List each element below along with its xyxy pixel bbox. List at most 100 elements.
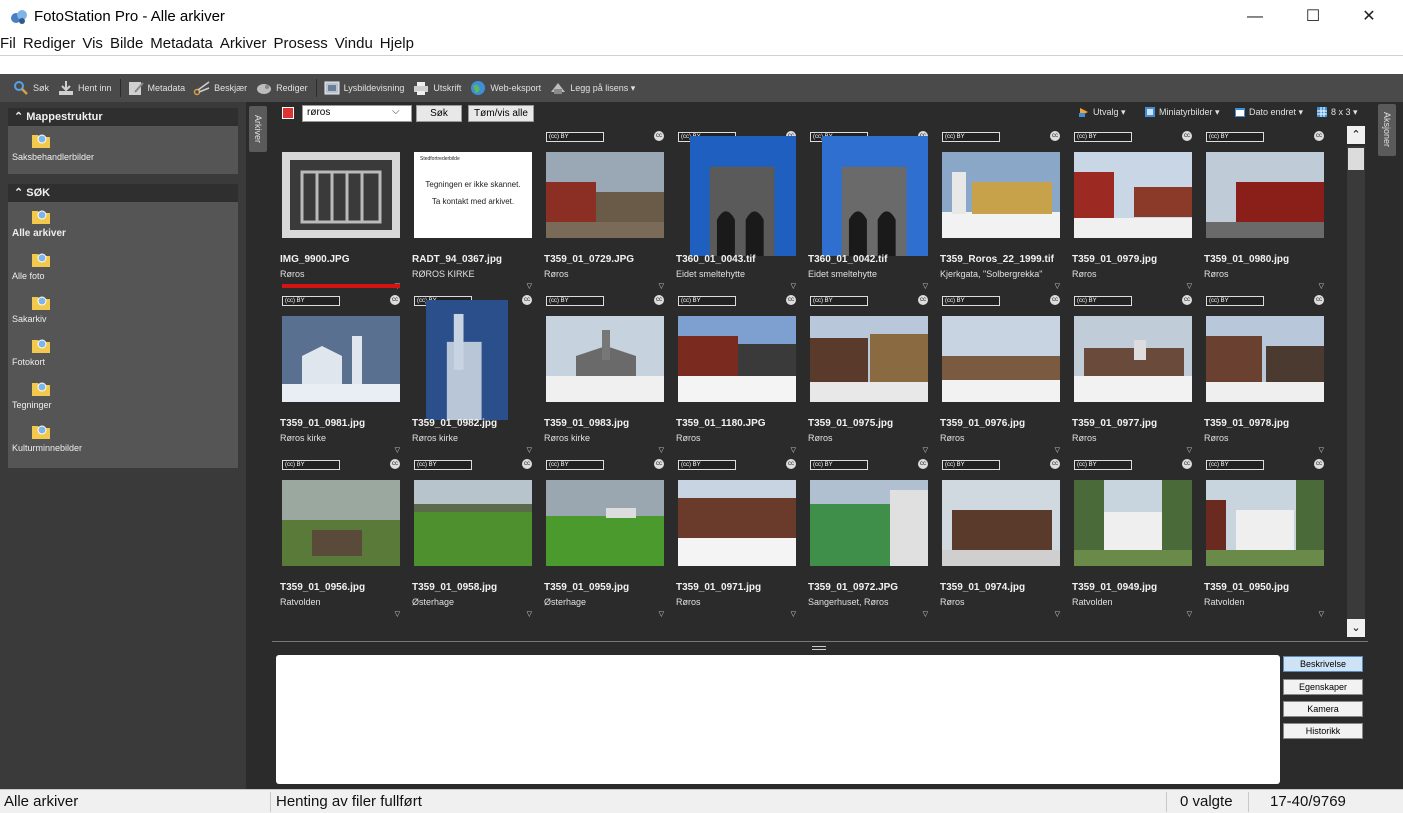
thumbnail-menu-icon[interactable]: ▽ xyxy=(527,282,532,290)
menu-fil[interactable]: Fil xyxy=(0,34,19,52)
tab-kamera[interactable]: Kamera xyxy=(1283,701,1363,717)
grid-size-dropdown[interactable]: 8 x 3 ▾ xyxy=(1316,106,1358,118)
thumbnail-menu-icon[interactable]: ▽ xyxy=(1055,610,1060,618)
photo-thumbnail[interactable] xyxy=(1074,316,1192,402)
thumbnail-menu-icon[interactable]: ▽ xyxy=(659,610,664,618)
photo-thumbnail[interactable] xyxy=(282,480,400,566)
thumbnail-menu-icon[interactable]: ▽ xyxy=(1319,446,1324,454)
thumbnail-menu-icon[interactable]: ▽ xyxy=(1055,446,1060,454)
description-textarea[interactable] xyxy=(276,655,1280,784)
photo-thumbnail[interactable] xyxy=(942,480,1060,566)
thumbnail-cell[interactable]: (cc) BY cc T359_01_1180.JPG Røros ▽ xyxy=(668,292,800,456)
selection-dropdown[interactable]: Utvalg ▾ xyxy=(1078,106,1126,118)
maximize-button[interactable]: ☐ xyxy=(1290,0,1336,34)
thumbnail-cell[interactable]: (cc) BY cc T359_01_0971.jpg Røros ▽ xyxy=(668,456,800,620)
menu-rediger[interactable]: Rediger xyxy=(19,34,79,52)
close-button[interactable]: ✕ xyxy=(1346,0,1392,34)
toolbar-metadata-button[interactable]: Metadata xyxy=(127,80,185,96)
photo-thumbnail[interactable] xyxy=(1206,480,1324,566)
pane-splitter[interactable] xyxy=(272,641,1368,653)
thumbnail-menu-icon[interactable]: ▽ xyxy=(659,282,664,290)
thumbnail-cell[interactable]: (cc) BY cc T359_01_0979.jpg Røros ▽ xyxy=(1064,128,1196,292)
toolbar-edit-button[interactable]: Rediger xyxy=(255,80,308,96)
thumbnail-cell[interactable]: (cc) BY cc T359_01_0976.jpg Røros ▽ xyxy=(932,292,1064,456)
photo-thumbnail[interactable] xyxy=(546,480,664,566)
photo-thumbnail[interactable] xyxy=(546,152,664,238)
thumbnail-menu-icon[interactable]: ▽ xyxy=(923,282,928,290)
thumbnail-menu-icon[interactable]: ▽ xyxy=(1319,282,1324,290)
toolbar-webexport-button[interactable]: Web-eksport xyxy=(469,80,541,96)
photo-thumbnail[interactable] xyxy=(426,300,508,420)
sidebar-item-alle-foto[interactable]: Alle foto xyxy=(8,245,238,288)
sidebar-item-alle-arkiver[interactable]: Alle arkiver xyxy=(8,202,238,245)
menu-vis[interactable]: Vis xyxy=(78,34,106,52)
splitter-grip[interactable] xyxy=(812,646,826,650)
placeholder-thumbnail[interactable]: Stedfortrederbilde Tegningen er ikke skan… xyxy=(414,152,532,238)
sidebar-item-fotokort[interactable]: Fotokort xyxy=(8,331,238,374)
toolbar-license-button[interactable]: Legg på lisens ▾ xyxy=(549,80,635,96)
chevron-down-icon[interactable]: ⌵ xyxy=(392,106,400,117)
thumbnail-cell[interactable]: Stedfortrederbilde Tegningen er ikke skan… xyxy=(404,128,536,292)
thumbnail-menu-icon[interactable]: ▽ xyxy=(527,446,532,454)
thumbnail-menu-icon[interactable]: ▽ xyxy=(395,610,400,618)
scroll-thumb[interactable] xyxy=(1348,148,1364,170)
photo-thumbnail[interactable] xyxy=(822,136,928,256)
grid-scrollbar[interactable]: ⌃ ⌄ xyxy=(1346,124,1368,641)
thumbnail-menu-icon[interactable]: ▽ xyxy=(1187,282,1192,290)
thumbnail-cell[interactable]: (cc) BY cc T359_01_0977.jpg Røros ▽ xyxy=(1064,292,1196,456)
thumbnail-cell[interactable]: (cc) BY cc T359_01_0975.jpg Røros ▽ xyxy=(800,292,932,456)
thumbnail-cell[interactable]: (cc) BY cc T359_01_0950.jpg Ratvolden ▽ xyxy=(1196,456,1328,620)
folder-structure-header[interactable]: ⌃ Mappestruktur xyxy=(8,108,238,126)
menu-metadata[interactable]: Metadata xyxy=(146,34,216,52)
thumbnail-menu-icon[interactable]: ▽ xyxy=(1319,610,1324,618)
tab-egenskaper[interactable]: Egenskaper xyxy=(1283,679,1363,695)
archive-flag-icon[interactable] xyxy=(282,107,294,119)
thumbnail-menu-icon[interactable]: ▽ xyxy=(923,610,928,618)
thumbnail-menu-icon[interactable]: ▽ xyxy=(791,446,796,454)
clear-search-button[interactable]: Tøm/vis alle xyxy=(468,105,534,122)
thumbnail-cell[interactable]: (cc) BYccT360_01_0042.tifEidet smeltehyt… xyxy=(800,128,932,292)
scroll-track[interactable] xyxy=(1347,146,1365,622)
thumbnail-menu-icon[interactable]: ▽ xyxy=(395,446,400,454)
photo-thumbnail[interactable] xyxy=(1206,152,1324,238)
thumbnail-menu-icon[interactable]: ▽ xyxy=(923,446,928,454)
toolbar-slideshow-button[interactable]: Lysbildevisning xyxy=(323,80,404,96)
thumbnail-menu-icon[interactable]: ▽ xyxy=(1187,610,1192,618)
sidebar-item-sakarkiv[interactable]: Sakarkiv xyxy=(8,288,238,331)
thumbnail-cell[interactable]: (cc) BY cc T359_01_0980.jpg Røros ▽ xyxy=(1196,128,1328,292)
menu-arkiver[interactable]: Arkiver xyxy=(216,34,270,52)
thumbnail-cell[interactable]: (cc) BY cc T359_01_0729.JPG Røros ▽ xyxy=(536,128,668,292)
thumbnail-cell[interactable]: (cc) BYccT360_01_0043.tifEidet smeltehyt… xyxy=(668,128,800,292)
sort-dropdown[interactable]: Dato endret ▾ xyxy=(1234,106,1303,118)
search-panel-header[interactable]: ⌃ SØK xyxy=(8,184,238,202)
thumbnail-cell[interactable]: (cc) BY cc T359_01_0974.jpg Røros ▽ xyxy=(932,456,1064,620)
menu-prosess[interactable]: Prosess xyxy=(270,34,331,52)
photo-thumbnail[interactable] xyxy=(810,316,928,402)
thumbnail-cell[interactable]: (cc) BY cc T359_Roros_22_1999.tif Kjerkgata… xyxy=(932,128,1064,292)
scroll-down-button[interactable]: ⌄ xyxy=(1347,619,1365,637)
photo-thumbnail[interactable] xyxy=(942,152,1060,238)
toolbar-search-button[interactable]: Søk xyxy=(12,80,49,96)
photo-thumbnail[interactable] xyxy=(282,152,400,238)
thumbnail-menu-icon[interactable]: ▽ xyxy=(659,446,664,454)
menu-vindu[interactable]: Vindu xyxy=(331,34,376,52)
thumbnail-cell[interactable]: IMG_9900.JPGRøros▽ xyxy=(272,128,404,292)
thumbnail-cell[interactable]: (cc) BY cc T359_01_0981.jpg Røros kirke ▽ xyxy=(272,292,404,456)
thumbnail-cell[interactable]: (cc) BYccT359_01_0982.jpgRøros kirke▽ xyxy=(404,292,536,456)
minimize-button[interactable]: — xyxy=(1232,0,1278,34)
photo-thumbnail[interactable] xyxy=(414,480,532,566)
photo-thumbnail[interactable] xyxy=(678,480,796,566)
thumbnail-menu-icon[interactable]: ▽ xyxy=(791,282,796,290)
photo-thumbnail[interactable] xyxy=(678,316,796,402)
thumbnail-cell[interactable]: (cc) BY cc T359_01_0972.JPG Sangerhuset, Rø… xyxy=(800,456,932,620)
thumbnail-cell[interactable]: (cc) BY cc T359_01_0959.jpg Østerhage ▽ xyxy=(536,456,668,620)
toolbar-print-button[interactable]: Utskrift xyxy=(412,80,461,96)
photo-thumbnail[interactable] xyxy=(942,316,1060,402)
thumbnail-menu-icon[interactable]: ▽ xyxy=(1187,446,1192,454)
thumbnail-cell[interactable]: (cc) BY cc T359_01_0949.jpg Ratvolden ▽ xyxy=(1064,456,1196,620)
tab-beskrivelse[interactable]: Beskrivelse xyxy=(1283,656,1363,672)
thumbnail-cell[interactable]: (cc) BY cc T359_01_0983.jpg Røros kirke ▽ xyxy=(536,292,668,456)
menu-bilde[interactable]: Bilde xyxy=(106,34,146,52)
photo-thumbnail[interactable] xyxy=(282,316,400,402)
photo-thumbnail[interactable] xyxy=(1074,480,1192,566)
